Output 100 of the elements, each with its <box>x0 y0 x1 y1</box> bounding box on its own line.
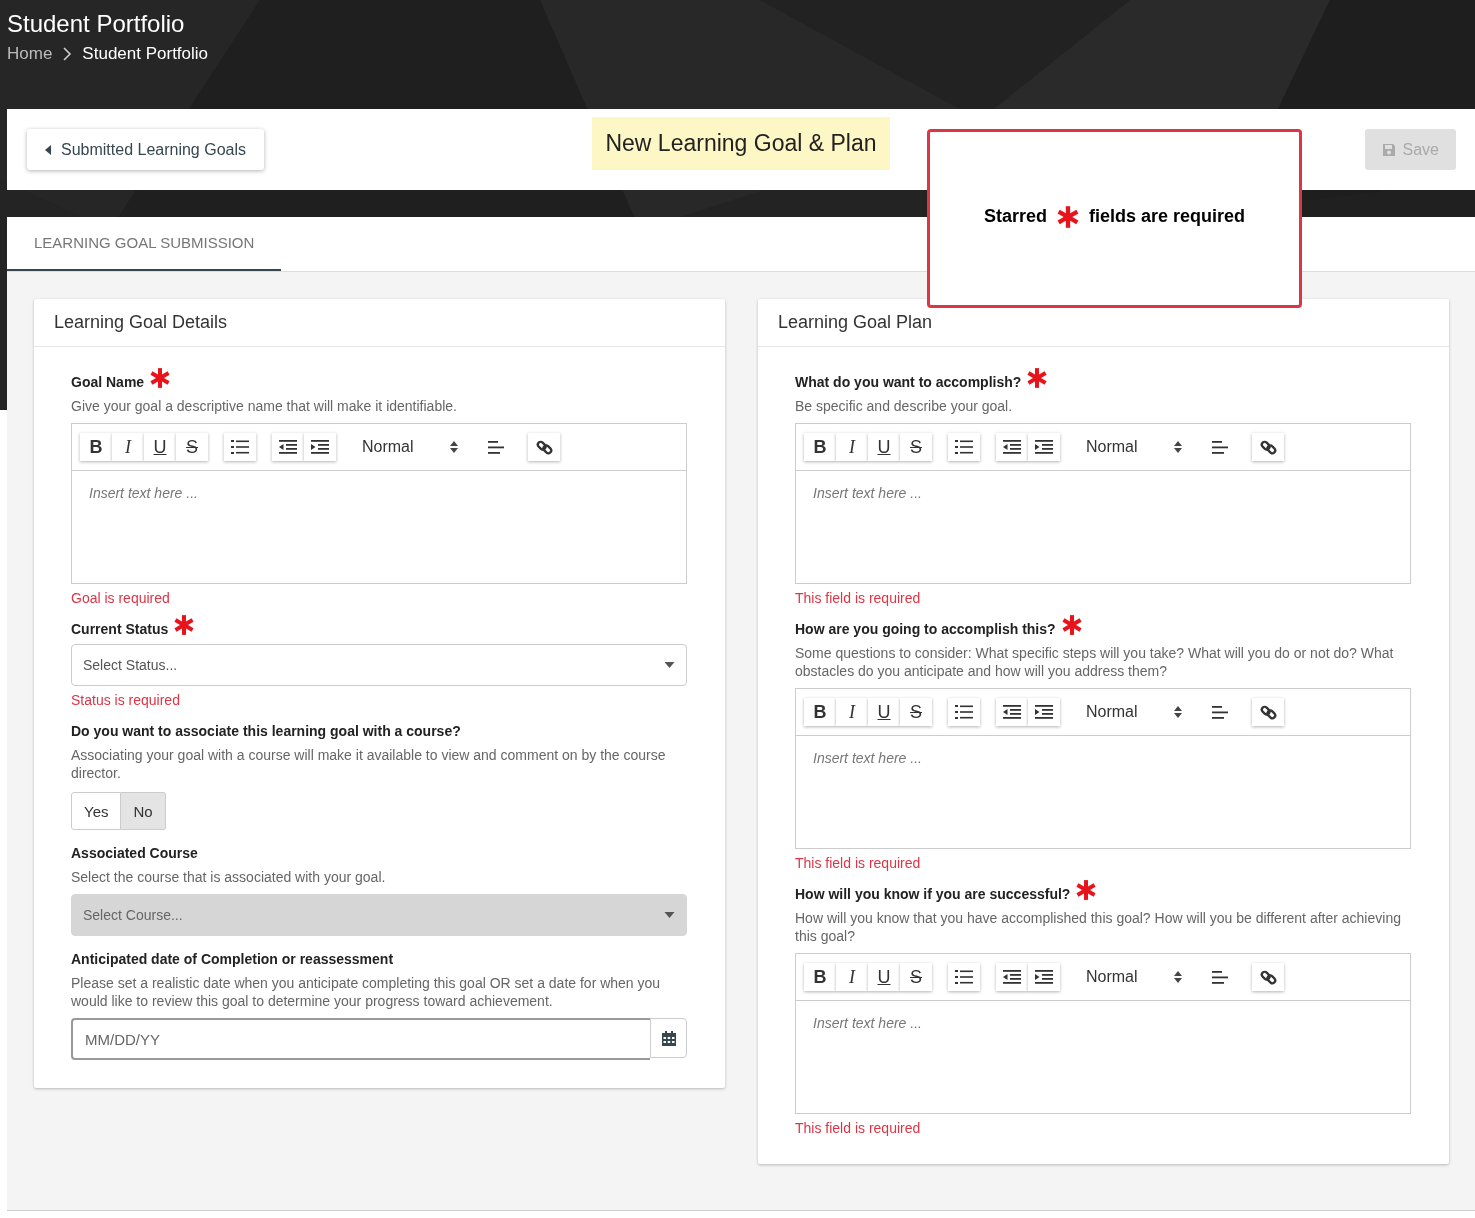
indent-icon <box>1035 705 1053 719</box>
callout-text: Starred <box>983 206 1047 227</box>
editor-text-area[interactable]: Insert text here ... <box>796 1001 1410 1113</box>
field-label: How will you know if you are successful? <box>795 886 1071 903</box>
breadcrumb-current: Student Portfolio <box>82 44 209 64</box>
outdent-icon <box>1003 705 1021 719</box>
format-button[interactable]: I <box>836 698 868 726</box>
field-label: Goal Name <box>71 374 145 391</box>
callout-text: fields are required <box>1089 206 1246 227</box>
format-button[interactable]: U <box>868 433 900 461</box>
link-icon <box>535 438 553 456</box>
numbered-list-button[interactable] <box>224 433 256 461</box>
indent-icon <box>311 440 329 454</box>
back-button[interactable]: Submitted Learning Goals <box>27 129 264 170</box>
outdent-button[interactable] <box>996 433 1028 461</box>
help-text: Please set a realistic date when you anticipate completing this goal OR set a date for when you would like to review this goal to determine your progress toward achievement. <box>71 974 662 1010</box>
paragraph-style-select[interactable]: Normal <box>1086 438 1182 456</box>
up-down-caret-icon <box>1174 706 1182 718</box>
editor-text-area[interactable]: Insert text here ... <box>72 471 686 583</box>
page-title: Student Portfolio <box>7 10 186 38</box>
format-button[interactable]: B <box>80 433 112 461</box>
link-button[interactable] <box>1252 698 1284 726</box>
form-title: New Learning Goal & Plan <box>592 117 890 170</box>
outdent-icon <box>1003 970 1021 984</box>
up-down-caret-icon <box>1174 441 1182 453</box>
field-label: Do you want to associate this learning goal with a course? <box>71 723 461 740</box>
chevron-right-icon <box>62 47 73 61</box>
indent-button[interactable] <box>1028 963 1060 991</box>
align-left-icon[interactable] <box>1212 440 1228 454</box>
field-label: What do you want to accomplish? <box>795 374 1022 391</box>
format-button[interactable]: U <box>144 433 176 461</box>
outdent-icon <box>1003 440 1021 454</box>
indent-button[interactable] <box>1028 433 1060 461</box>
editor-text-area[interactable]: Insert text here ... <box>796 736 1410 848</box>
dropdown-field[interactable]: Select Status... <box>71 644 687 686</box>
format-button[interactable]: S <box>900 698 932 726</box>
error-message: Goal is required <box>71 590 171 606</box>
indent-icon <box>1035 440 1053 454</box>
link-button[interactable] <box>528 433 560 461</box>
numbered-list-icon <box>955 439 973 455</box>
error-message: This field is required <box>795 1120 922 1136</box>
link-icon <box>1259 968 1277 986</box>
format-button[interactable]: B <box>804 963 836 991</box>
numbered-list-icon <box>955 969 973 985</box>
field-label: Current Status <box>71 621 169 638</box>
link-button[interactable] <box>1252 433 1284 461</box>
editor-text-area[interactable]: Insert text here ... <box>796 471 1410 583</box>
toggle-option[interactable]: No <box>121 792 166 830</box>
outdent-button[interactable] <box>272 433 304 461</box>
up-down-caret-icon <box>450 441 458 453</box>
format-button[interactable]: B <box>804 698 836 726</box>
format-button[interactable]: S <box>900 963 932 991</box>
format-button[interactable]: I <box>112 433 144 461</box>
format-button[interactable]: U <box>868 963 900 991</box>
numbered-list-icon <box>955 704 973 720</box>
format-button[interactable]: I <box>836 433 868 461</box>
numbered-list-button[interactable] <box>948 963 980 991</box>
help-text: Some questions to consider: What specific steps will you take? What will you do or not do? What obstacles do you anticipate and how will you address them? <box>795 644 1395 680</box>
caret-down-icon <box>664 912 675 918</box>
up-down-caret-icon <box>1174 971 1182 983</box>
outdent-icon <box>279 440 297 454</box>
format-button[interactable]: S <box>900 433 932 461</box>
paragraph-style-select[interactable]: Normal <box>1086 968 1182 986</box>
outdent-button[interactable] <box>996 963 1028 991</box>
date-input[interactable]: MM/DD/YY <box>71 1018 650 1060</box>
panel-title: Learning Goal Details <box>34 299 725 347</box>
help-text: Be specific and describe your goal. <box>795 397 1014 415</box>
align-left-icon[interactable] <box>1212 705 1228 719</box>
caret-left-icon <box>45 144 51 155</box>
field-label: How are you going to accomplish this? <box>795 621 1056 638</box>
field-label: Anticipated date of Completion or reassessment <box>71 951 394 968</box>
help-text: How will you know that you have accomplished this goal? How will you be different after achieving this goal? <box>795 909 1402 945</box>
asterisk-icon <box>1056 204 1080 229</box>
calendar-icon <box>661 1030 676 1046</box>
align-left-icon[interactable] <box>1212 970 1228 984</box>
link-button[interactable] <box>1252 963 1284 991</box>
breadcrumb-link[interactable]: Home <box>7 44 53 64</box>
align-left-icon[interactable] <box>488 440 504 454</box>
format-button[interactable]: I <box>836 963 868 991</box>
indent-button[interactable] <box>304 433 336 461</box>
error-message: This field is required <box>795 590 922 606</box>
format-button[interactable]: S <box>176 433 208 461</box>
help-text: Select the course that is associated with your goal. <box>71 868 387 886</box>
numbered-list-button[interactable] <box>948 698 980 726</box>
format-button[interactable]: U <box>868 698 900 726</box>
paragraph-style-select[interactable]: Normal <box>1086 703 1182 721</box>
toggle-option[interactable]: Yes <box>71 792 122 830</box>
indent-icon <box>1035 970 1053 984</box>
error-message: Status is required <box>71 692 181 708</box>
error-message: This field is required <box>795 855 922 871</box>
numbered-list-button[interactable] <box>948 433 980 461</box>
calendar-button[interactable] <box>650 1018 687 1058</box>
paragraph-style-select[interactable]: Normal <box>362 438 458 456</box>
indent-button[interactable] <box>1028 698 1060 726</box>
help-text: Give your goal a descriptive name that will make it identifiable. <box>71 397 458 415</box>
outdent-button[interactable] <box>996 698 1028 726</box>
link-icon <box>1259 703 1277 721</box>
link-icon <box>1259 438 1277 456</box>
numbered-list-icon <box>231 439 249 455</box>
format-button[interactable]: B <box>804 433 836 461</box>
